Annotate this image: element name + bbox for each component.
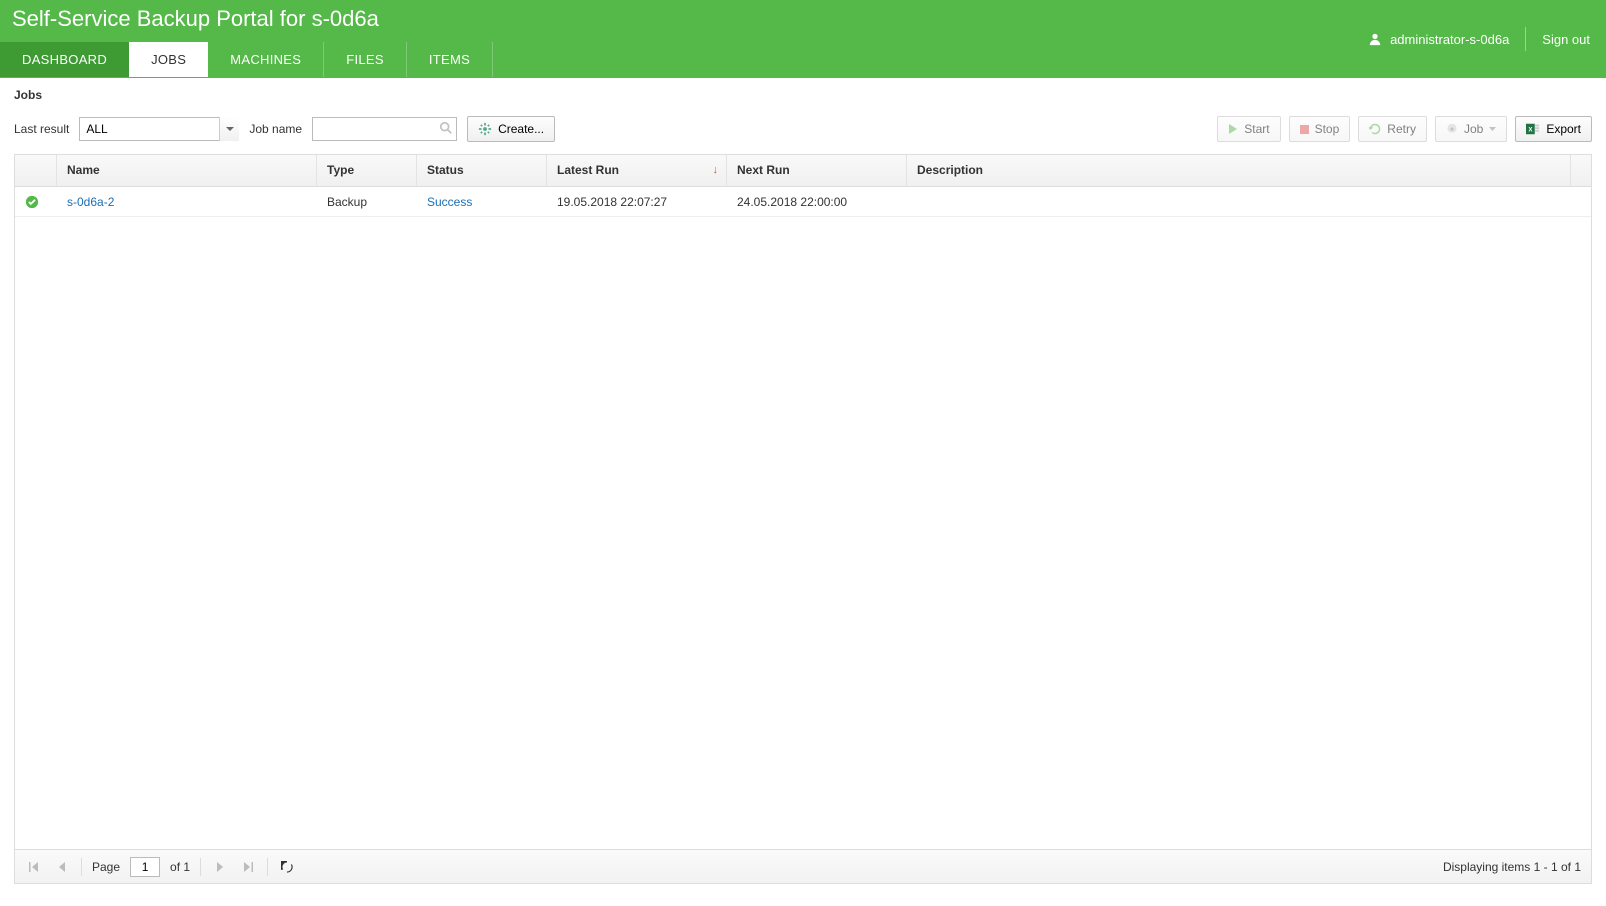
col-next-run[interactable]: Next Run <box>727 155 907 186</box>
start-button[interactable]: Start <box>1217 116 1280 142</box>
search-icon <box>439 121 453 135</box>
main-tabs: DASHBOARD JOBS MACHINES FILES ITEMS <box>0 42 493 77</box>
pager-refresh[interactable] <box>278 858 296 876</box>
col-type[interactable]: Type <box>317 155 417 186</box>
app-title: Self-Service Backup Portal for s-0d6a <box>0 0 493 42</box>
retry-button[interactable]: Retry <box>1358 116 1427 142</box>
tab-files[interactable]: FILES <box>324 42 407 77</box>
col-latest-run[interactable]: Latest Run ↓ <box>547 155 727 186</box>
job-menu-button[interactable]: Job <box>1435 116 1507 142</box>
last-result-select[interactable] <box>79 117 239 141</box>
col-latest-label: Latest Run <box>557 163 619 177</box>
cell-latest-run: 19.05.2018 22:07:27 <box>547 189 727 215</box>
col-status[interactable]: Status <box>417 155 547 186</box>
pager-next[interactable] <box>211 858 229 876</box>
stop-icon <box>1300 125 1309 134</box>
pager-prev[interactable] <box>53 858 71 876</box>
table-row[interactable]: s-0d6a-2 Backup Success 19.05.2018 22:07… <box>15 187 1591 217</box>
pager-info: Displaying items 1 - 1 of 1 <box>1443 860 1581 874</box>
tab-items[interactable]: ITEMS <box>407 42 493 77</box>
breadcrumb: Jobs <box>0 78 1606 112</box>
page-input[interactable] <box>130 857 160 877</box>
last-result-label: Last result <box>14 122 69 136</box>
tab-machines[interactable]: MACHINES <box>208 42 324 77</box>
stop-button[interactable]: Stop <box>1289 116 1351 142</box>
job-name-input[interactable] <box>312 117 457 141</box>
col-description[interactable]: Description <box>907 155 1571 186</box>
retry-button-label: Retry <box>1387 122 1416 136</box>
caret-down-icon <box>1489 127 1496 131</box>
user-icon <box>1368 32 1382 46</box>
stop-button-label: Stop <box>1315 122 1340 136</box>
gear-icon <box>478 122 492 136</box>
user-menu[interactable]: administrator-s-0d6a <box>1368 27 1526 51</box>
job-name-label: Job name <box>249 122 302 136</box>
cell-description <box>907 196 1591 208</box>
start-button-label: Start <box>1244 122 1269 136</box>
excel-icon: X <box>1526 122 1540 136</box>
cell-type: Backup <box>317 189 417 215</box>
retry-icon <box>1369 123 1381 135</box>
pager-last[interactable] <box>239 858 257 876</box>
export-button[interactable]: X Export <box>1515 116 1592 142</box>
signout-link[interactable]: Sign out <box>1542 32 1590 47</box>
username-label: administrator-s-0d6a <box>1390 32 1509 47</box>
col-status-icon[interactable] <box>15 155 57 186</box>
create-button[interactable]: Create... <box>467 116 555 142</box>
job-button-label: Job <box>1464 122 1483 136</box>
page-of-label: of 1 <box>170 860 190 874</box>
success-icon <box>25 195 47 209</box>
jobs-grid: Name Type Status Latest Run ↓ Next Run D… <box>14 154 1592 884</box>
status-link[interactable]: Success <box>427 195 472 209</box>
job-link[interactable]: s-0d6a-2 <box>67 195 114 209</box>
page-label: Page <box>92 860 120 874</box>
cell-next-run: 24.05.2018 22:00:00 <box>727 189 907 215</box>
tab-jobs[interactable]: JOBS <box>129 42 208 77</box>
create-button-label: Create... <box>498 122 544 136</box>
sort-desc-icon: ↓ <box>713 164 719 176</box>
col-name[interactable]: Name <box>57 155 317 186</box>
pager-first[interactable] <box>25 858 43 876</box>
export-button-label: Export <box>1546 122 1581 136</box>
tab-dashboard[interactable]: DASHBOARD <box>0 42 129 77</box>
gear-icon <box>1446 123 1458 135</box>
play-icon <box>1228 124 1238 134</box>
col-scrollbar-spacer <box>1571 155 1591 186</box>
